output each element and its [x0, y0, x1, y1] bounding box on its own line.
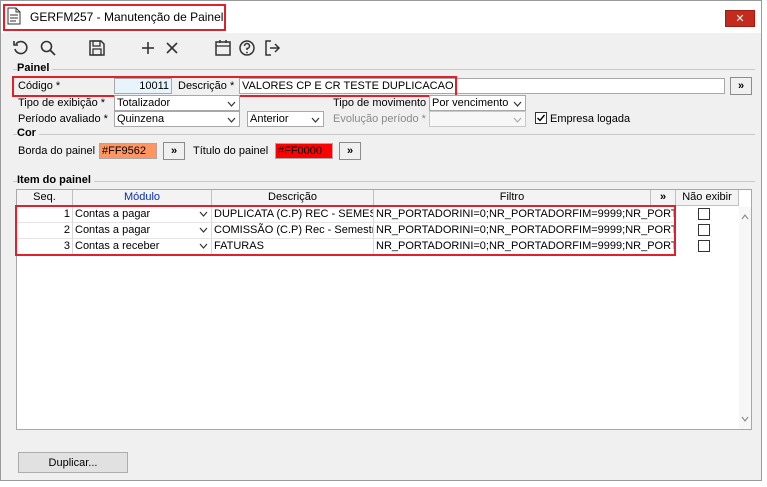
table-row-filtro[interactable]: NR_PORTADORINI=0;NR_PORTADORFIM=9999;NR_… — [374, 207, 676, 223]
table-row-seq[interactable]: 1 — [17, 207, 73, 223]
close-icon: ✕ — [735, 13, 745, 25]
descricao-label: Descrição * — [178, 80, 235, 92]
titulo-label: Título do painel — [193, 145, 269, 157]
table-row-seq[interactable]: 3 — [17, 239, 73, 255]
chevron-down-icon — [199, 239, 208, 254]
modulo-value: Contas a receber — [75, 240, 160, 252]
table-row-seq[interactable]: 2 — [17, 223, 73, 239]
toolbar — [1, 35, 761, 61]
table-row-descricao[interactable]: COMISSÃO (C.P) Rec - Semestre — [212, 223, 374, 239]
table-row-descricao[interactable]: FATURAS — [212, 239, 374, 255]
table-row-descricao[interactable]: DUPLICATA (C.P) REC - SEMESTRE — [212, 207, 374, 223]
nao-exibir-header[interactable]: Não exibir — [676, 190, 739, 206]
close-button[interactable]: ✕ — [725, 10, 755, 27]
help-icon[interactable] — [237, 38, 257, 58]
itens-section-title: Item do painel — [17, 174, 94, 186]
grid-scrollbar[interactable] — [739, 207, 751, 429]
search-icon[interactable] — [38, 38, 58, 58]
modulo-value: Contas a pagar — [75, 208, 151, 220]
chevron-down-icon — [199, 207, 208, 222]
descricao-browse-button[interactable]: » — [730, 77, 752, 95]
table-row-filtro[interactable]: NR_PORTADORINI=0;NR_PORTADORFIM=9999;NR_… — [374, 223, 676, 239]
seq-header[interactable]: Seq. — [17, 190, 73, 206]
title-bar: GERFM257 - Manutenção de Painel ✕ — [1, 1, 761, 33]
exit-icon[interactable] — [262, 38, 282, 58]
table-row-filtro[interactable]: NR_PORTADORINI=0;NR_PORTADORFIM=9999;NR_… — [374, 239, 676, 255]
descricao-field[interactable]: VALORES CP E CR TESTE DUPLICACAO — [239, 78, 725, 94]
cor-section — [13, 134, 755, 135]
nao-exibir-checkbox[interactable] — [698, 224, 710, 236]
refresh-icon[interactable] — [11, 38, 31, 58]
chevron-down-icon — [227, 98, 236, 110]
tipo-movimento-select[interactable]: Por vencimento — [429, 95, 526, 111]
periodo-value: Quinzena — [117, 113, 165, 125]
chevron-down-icon — [199, 223, 208, 238]
nao-exibir-checkbox[interactable] — [698, 240, 710, 252]
modulo-header[interactable]: Módulo — [73, 190, 212, 206]
painel-section — [13, 69, 755, 70]
modulo-value: Contas a pagar — [75, 224, 151, 236]
cor-section-title: Cor — [17, 127, 39, 139]
chevron-down-icon — [513, 114, 522, 126]
evolucao-label: Evolução período * — [333, 113, 426, 125]
tipo-exibicao-select[interactable]: Totalizador — [114, 95, 240, 111]
chevron-down-icon — [311, 114, 320, 126]
save-icon[interactable] — [87, 38, 107, 58]
table-row-modulo[interactable]: Contas a pagar — [73, 223, 212, 239]
tipo-movimento-label: Tipo de movimento — [333, 97, 427, 109]
descricao-header[interactable]: Descrição — [212, 190, 374, 206]
scroll-down-icon[interactable] — [741, 413, 749, 425]
filtro-edit-button[interactable]: » — [651, 190, 676, 206]
borda-color-picker-button[interactable]: » — [163, 142, 185, 160]
scroll-up-icon[interactable] — [741, 211, 749, 223]
window: GERFM257 - Manutenção de Painel ✕ Painel… — [0, 0, 762, 481]
tipo-movimento-value: Por vencimento — [432, 97, 509, 109]
titulo-color-field[interactable]: #FF0000 — [275, 143, 333, 159]
borda-label: Borda do painel — [18, 145, 96, 157]
borda-color-field[interactable]: #FF9562 — [99, 143, 157, 159]
empresa-logada-label: Empresa logada — [550, 113, 631, 125]
evolucao-select — [429, 111, 526, 127]
nao-exibir-checkbox[interactable] — [698, 208, 710, 220]
delete-icon[interactable] — [162, 38, 182, 58]
tipo-exibicao-value: Totalizador — [117, 97, 171, 109]
periodo-select[interactable]: Quinzena — [114, 111, 240, 127]
titulo-color-picker-button[interactable]: » — [339, 142, 361, 160]
title-highlight — [3, 4, 226, 31]
tipo-exibicao-label: Tipo de exibição * — [18, 97, 106, 109]
table-row-modulo[interactable]: Contas a pagar — [73, 207, 212, 223]
table-row-modulo[interactable]: Contas a receber — [73, 239, 212, 255]
periodo-label: Período avaliado * — [18, 113, 108, 125]
items-grid: Seq. Módulo Descrição Filtro » Não exibi… — [16, 189, 752, 430]
empresa-logada-checkbox[interactable] — [535, 112, 547, 124]
duplicar-button[interactable]: Duplicar... — [18, 452, 128, 473]
calendar-icon[interactable] — [213, 38, 233, 58]
chevron-down-icon — [513, 98, 522, 110]
codigo-field[interactable]: 10011 — [114, 78, 172, 94]
painel-section-title: Painel — [17, 62, 53, 74]
periodo-ref-value: Anterior — [250, 113, 289, 125]
codigo-label: Código * — [18, 80, 61, 92]
filtro-header[interactable]: Filtro — [374, 190, 651, 206]
chevron-down-icon — [227, 114, 236, 126]
itens-section — [13, 181, 755, 182]
add-icon[interactable] — [138, 38, 158, 58]
periodo-ref-select[interactable]: Anterior — [247, 111, 324, 127]
